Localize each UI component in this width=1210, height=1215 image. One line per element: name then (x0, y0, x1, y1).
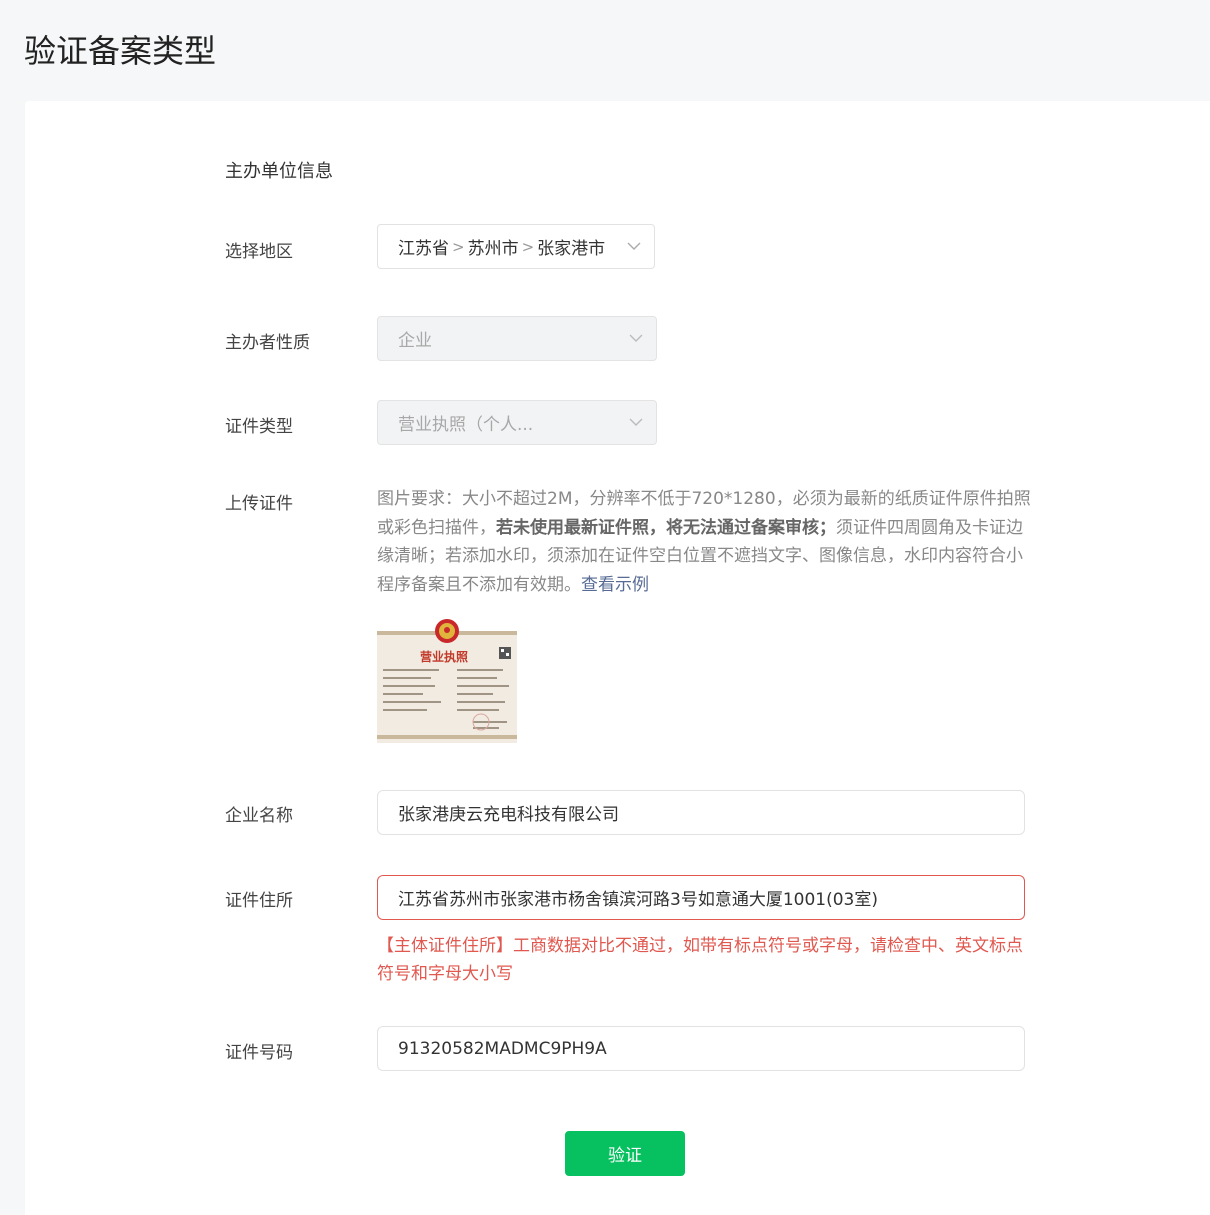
certificate-number-input[interactable]: 91320582MADMC9PH9A (377, 1026, 1025, 1071)
region-province: 江苏省 (398, 239, 449, 259)
chevron-down-icon (629, 418, 643, 426)
certificate-type-value: 营业执照（个人... (398, 415, 534, 435)
organizer-type-value: 企业 (398, 331, 432, 351)
chevron-right-icon: > (452, 237, 465, 256)
chevron-down-icon (627, 242, 641, 250)
address-error: 【主体证件住所】工商数据对比不通过，如带有标点符号或字母，请检查中、英文标点符号… (377, 936, 1023, 984)
upload-label: 上传证件 (225, 494, 293, 514)
emblem-icon (435, 619, 459, 643)
verify-button[interactable]: 验证 (565, 1131, 685, 1176)
certificate-number-label: 证件号码 (225, 1043, 293, 1063)
organizer-type-label: 主办者性质 (225, 333, 310, 353)
certificate-type-label: 证件类型 (225, 417, 293, 437)
upload-warning: 若未使用最新证件照，将无法通过备案审核； (496, 517, 836, 538)
license-heading: 营业执照 (420, 649, 468, 664)
company-name-label: 企业名称 (225, 806, 293, 826)
license-thumbnail[interactable]: 营业执照 (377, 617, 517, 743)
form-card: 主办单位信息 选择地区 江苏省 > 苏州市 > 张家港市 主办者性质 企业 证件… (25, 101, 1210, 1215)
page-title: 验证备案类型 (24, 32, 217, 70)
address-input[interactable]: 江苏省苏州市张家港市杨舍镇滨河路3号如意通大厦1001(03室) (377, 875, 1025, 920)
region-select[interactable]: 江苏省 > 苏州市 > 张家港市 (377, 224, 655, 269)
view-example-link[interactable]: 查看示例 (581, 575, 649, 595)
section-title: 主办单位信息 (225, 161, 333, 182)
address-label: 证件住所 (225, 891, 293, 911)
region-city: 苏州市 (467, 239, 519, 259)
chevron-right-icon: > (521, 237, 535, 256)
region-district: 张家港市 (537, 239, 606, 259)
chevron-down-icon (629, 334, 643, 342)
company-name-input[interactable]: 张家港庚云充电科技有限公司 (377, 790, 1025, 835)
region-label: 选择地区 (225, 242, 293, 262)
upload-requirements: 图片要求：大小不超过2M，分辨率不低于720*1280，必须为最新的纸质证件原件… (377, 489, 1031, 595)
certificate-type-select[interactable]: 营业执照（个人... (377, 400, 657, 445)
organizer-type-select[interactable]: 企业 (377, 316, 657, 361)
